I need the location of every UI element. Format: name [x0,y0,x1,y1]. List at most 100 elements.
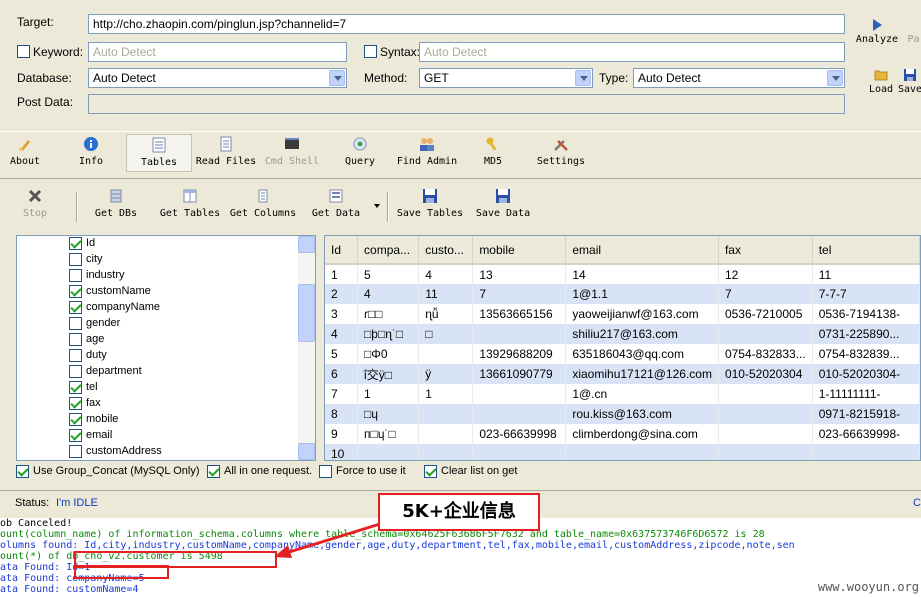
keyword-input[interactable]: Auto Detect [88,42,347,62]
database-select[interactable]: Auto Detect [88,68,347,88]
method-select[interactable]: GET [419,68,593,88]
chevron-down-icon[interactable] [827,70,843,86]
analyze-label: Analyze [855,34,899,45]
columns-tree[interactable]: Id city industry customName companyName gende… [16,235,316,461]
get-columns-button[interactable]: Get Columns [229,188,297,219]
table-cell: □ɥ [357,404,420,424]
column-checkbox[interactable] [69,237,82,250]
syntax-checkbox[interactable] [364,45,377,58]
db-icon [110,189,122,203]
table-row[interactable]: 5 □Φ0 13929688209 635186043@qq.com 0754-8328… [325,344,920,364]
play-icon [873,19,882,31]
save-data-button[interactable]: Save Data [475,188,531,219]
scroll-up-icon[interactable] [298,236,315,253]
query-button[interactable]: Query [343,136,377,167]
column-checkbox[interactable] [69,381,82,394]
cmd-shell-button[interactable]: Cmd Shell [264,136,320,167]
syntax-input[interactable]: Auto Detect [419,42,845,62]
terminal-icon [285,138,299,149]
column-checkbox[interactable] [69,413,82,426]
status-link[interactable]: C [913,497,921,509]
save-tables-button[interactable]: Save Tables [396,188,464,219]
table-cell: 0731-225890... [812,324,920,344]
column-checkbox[interactable] [69,349,82,362]
table-row[interactable]: 2 4 11 7 1@1.1 7 7-7-7 [325,284,920,304]
scroll-down-icon[interactable] [298,443,315,460]
column-checkbox[interactable] [69,333,82,346]
clear-list-option[interactable]: Clear list on get [424,464,519,480]
column-header[interactable]: Id [325,236,359,265]
all-in-one-option[interactable]: All in one request. [207,464,317,480]
stop-button[interactable]: Stop [22,188,48,219]
column-header[interactable]: fax [718,236,813,265]
postdata-input[interactable] [88,94,845,114]
table-cell: 9 [325,424,359,444]
analyze-button[interactable]: Analyze [855,18,899,45]
read-files-button[interactable]: Read Files [195,136,257,167]
target-input[interactable]: http://cho.zhaopin.com/pinglun.jsp?chann… [88,14,845,34]
table-cell: 8 [325,404,359,424]
column-header[interactable]: tel [812,236,920,265]
type-value: Auto Detect [638,71,701,85]
table-row[interactable]: 8 □ɥ rou.kiss@163.com 0971-8215918- [325,404,920,424]
column-checkbox[interactable] [69,285,82,298]
column-name: Id [86,237,96,249]
column-checkbox[interactable] [69,365,82,378]
column-header[interactable]: mobile [472,236,567,265]
tab-tables[interactable]: Tables [126,134,192,172]
get-tables-button[interactable]: Get Tables [159,188,221,219]
table-row[interactable]: 3 ɾ□□ ɳǚ 13563665156 yaoweijianwf@163.com 053… [325,304,920,324]
all-in-one-checkbox[interactable] [207,465,220,478]
column-checkbox[interactable] [69,429,82,442]
get-data-dropdown-icon[interactable] [374,204,380,208]
about-button[interactable]: About [9,136,41,167]
table-cell: 0536-7194138- [812,304,920,324]
pause-button[interactable]: Pa [906,18,921,45]
table-cell: 1@1.1 [565,284,719,304]
annotation-arrow [274,522,381,558]
column-name: age [86,333,105,345]
force-use-checkbox[interactable] [319,465,332,478]
load-button[interactable]: Load [866,68,896,95]
table-row[interactable]: 1 5 4 13 14 12 11 [325,264,920,284]
table-row[interactable]: 6 ΐ交ÿ□ ÿ 13661090779 xiaomihu17121@126.com 01… [325,364,920,384]
type-select[interactable]: Auto Detect [633,68,845,88]
column-checkbox[interactable] [69,253,82,266]
md5-button[interactable]: MD5 [482,136,504,167]
data-grid[interactable]: Id compa... custo... mobile email fax tel 1541… [324,235,921,461]
column-checkbox[interactable] [69,397,82,410]
save-button[interactable]: Save [898,68,921,95]
table-row[interactable]: 7 1 1 1@.cn 1-11111111- [325,384,920,404]
column-checkbox[interactable] [69,317,82,330]
chevron-down-icon[interactable] [575,70,591,86]
table-row[interactable]: 10 [325,444,920,460]
table-row[interactable]: 4 □þ□ɳ˙□ □ shiliu217@163.com 0731-225890... [325,324,920,344]
column-name: tel [86,381,98,393]
scroll-thumb[interactable] [298,284,315,342]
keyword-checkbox[interactable] [17,45,30,58]
column-checkbox[interactable] [69,269,82,282]
get-data-button[interactable]: Get Data [311,188,361,219]
find-admin-button[interactable]: Find Admin [396,136,458,167]
table-row[interactable]: 9 п□ɥ˙□ 023-66639998 climberdong@sina.com 02… [325,424,920,444]
force-use-option[interactable]: Force to use it [319,464,409,480]
column-header[interactable]: custo... [418,236,474,265]
table-cell [718,424,813,444]
status-value: I'm IDLE [56,497,98,509]
column-header[interactable]: compa... [357,236,420,265]
get-dbs-button[interactable]: Get DBs [94,188,138,219]
clear-list-checkbox[interactable] [424,465,437,478]
table-cell: 010-52020304 [718,364,813,384]
column-checkbox[interactable] [69,301,82,314]
columns-scrollbar[interactable] [298,236,315,460]
chevron-down-icon[interactable] [329,70,345,86]
group-concat-option[interactable]: Use Group_Concat (MySQL Only) [16,464,201,480]
settings-button[interactable]: Settings [535,136,587,167]
group-concat-checkbox[interactable] [16,465,29,478]
info-button[interactable]: Info [77,136,105,167]
column-header[interactable]: email [565,236,719,265]
table-cell: □Φ0 [357,344,420,364]
column-checkbox[interactable] [69,445,82,458]
table-cell: rou.kiss@163.com [565,404,719,424]
table-cell [418,404,474,424]
